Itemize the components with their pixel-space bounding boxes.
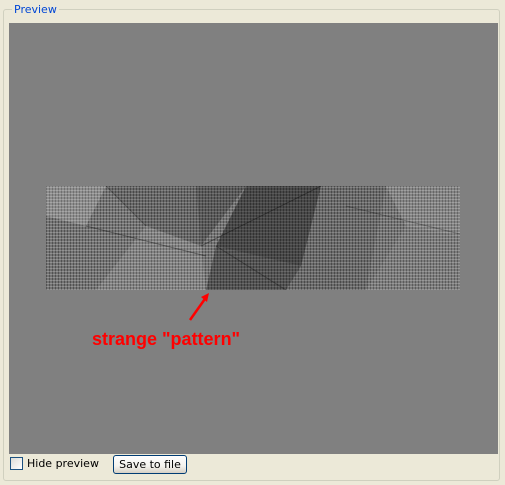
preview-groupbox-legend: Preview <box>12 3 59 16</box>
preview-image-artifacts <box>46 186 460 290</box>
save-to-file-button[interactable]: Save to file <box>113 455 187 474</box>
annotation-arrow-icon <box>188 293 209 321</box>
preview-image <box>46 186 460 290</box>
preview-area <box>9 23 498 454</box>
hide-preview-label[interactable]: Hide preview <box>27 457 99 471</box>
dialog-window: Preview strange "pattern" Hide preview S… <box>0 0 505 485</box>
bottom-bar: Hide preview Save to file <box>9 455 498 475</box>
annotation-label: strange "pattern" <box>92 329 241 349</box>
hide-preview-checkbox[interactable] <box>10 457 23 470</box>
